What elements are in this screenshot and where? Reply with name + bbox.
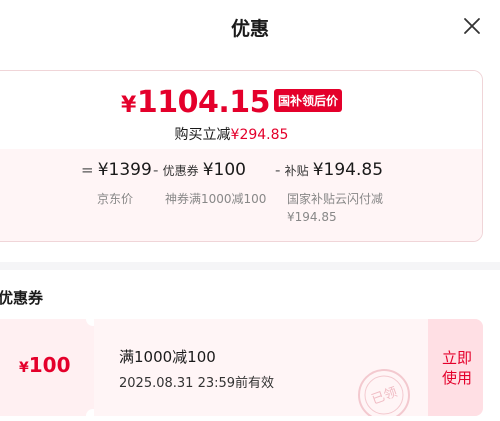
formula-subsidy-label: 补贴: [284, 164, 309, 178]
claimed-stamp-icon: 已领: [356, 367, 412, 416]
formula-coupon-desc: 神券满1000减100: [165, 192, 267, 206]
save-row: 购买立减¥294.85: [0, 124, 482, 144]
formula-subsidy: - 补贴 ¥194.85: [275, 160, 383, 180]
header: 优惠: [0, 0, 500, 56]
formula-subsidy-value: ¥194.85: [312, 160, 384, 180]
coupon-condition: 满1000减100: [119, 348, 216, 366]
formula-subsidy-desc: 国家补贴云闪付减 ¥194.85: [287, 190, 383, 226]
formula-equals: =: [81, 161, 94, 179]
price-summary-card: ¥1104.15 国补领后价 购买立减¥294.85 = ¥1399 京东价 - …: [0, 70, 483, 242]
claimed-stamp-text: 已领: [370, 385, 400, 408]
coupon-amount-area: ¥100: [0, 319, 94, 416]
final-price-area: ¥1104.15 国补领后价 购买立减¥294.85: [0, 71, 482, 149]
coupon-card[interactable]: ¥100 满1000减100 2025.08.31 23:59前有效 已领 立即…: [0, 319, 483, 416]
close-icon[interactable]: [460, 14, 484, 38]
formula-coupon-label: 优惠券: [162, 164, 199, 178]
formula-subsidy-desc-line1: 国家补贴云闪付减: [287, 192, 384, 206]
final-price-row: ¥1104.15 国补领后价: [0, 85, 482, 120]
formula-base: = ¥1399: [81, 160, 152, 180]
formula-minus: -: [153, 161, 159, 179]
section-divider: [0, 262, 500, 270]
final-price-currency: ¥: [121, 93, 136, 118]
formula-base-value: ¥1399: [97, 160, 152, 180]
formula-coupon: - 优惠券 ¥100: [153, 160, 246, 180]
final-price: ¥1104.15: [121, 85, 270, 120]
coupon-amount-value: 100: [28, 353, 71, 377]
formula-minus: -: [275, 161, 281, 179]
use-now-button[interactable]: 立即使用: [428, 319, 483, 416]
price-formula: = ¥1399 京东价 - 优惠券 ¥100 神券满1000减100 - 补贴 …: [0, 149, 482, 241]
formula-subsidy-desc-line2: ¥194.85: [287, 210, 337, 224]
subsidy-price-badge: 国补领后价: [273, 89, 342, 112]
coupon-details: 满1000减100 2025.08.31 23:59前有效 已领: [94, 319, 428, 416]
formula-coupon-value: ¥100: [202, 160, 246, 180]
formula-base-desc: 京东价: [97, 192, 134, 206]
price-formula-area: = ¥1399 京东价 - 优惠券 ¥100 神券满1000减100 - 补贴 …: [0, 149, 482, 241]
coupons-section-title: 优惠券: [0, 289, 44, 307]
coupon-amount: ¥100: [19, 353, 71, 377]
save-prefix: 购买立减: [174, 127, 231, 143]
save-amount: ¥294.85: [230, 127, 289, 143]
use-now-label: 立即使用: [441, 349, 472, 387]
coupon-currency: ¥: [19, 360, 29, 376]
final-price-value: 1104.15: [136, 85, 271, 120]
page-title: 优惠: [230, 18, 269, 40]
coupon-expiry: 2025.08.31 23:59前有效: [119, 376, 275, 391]
